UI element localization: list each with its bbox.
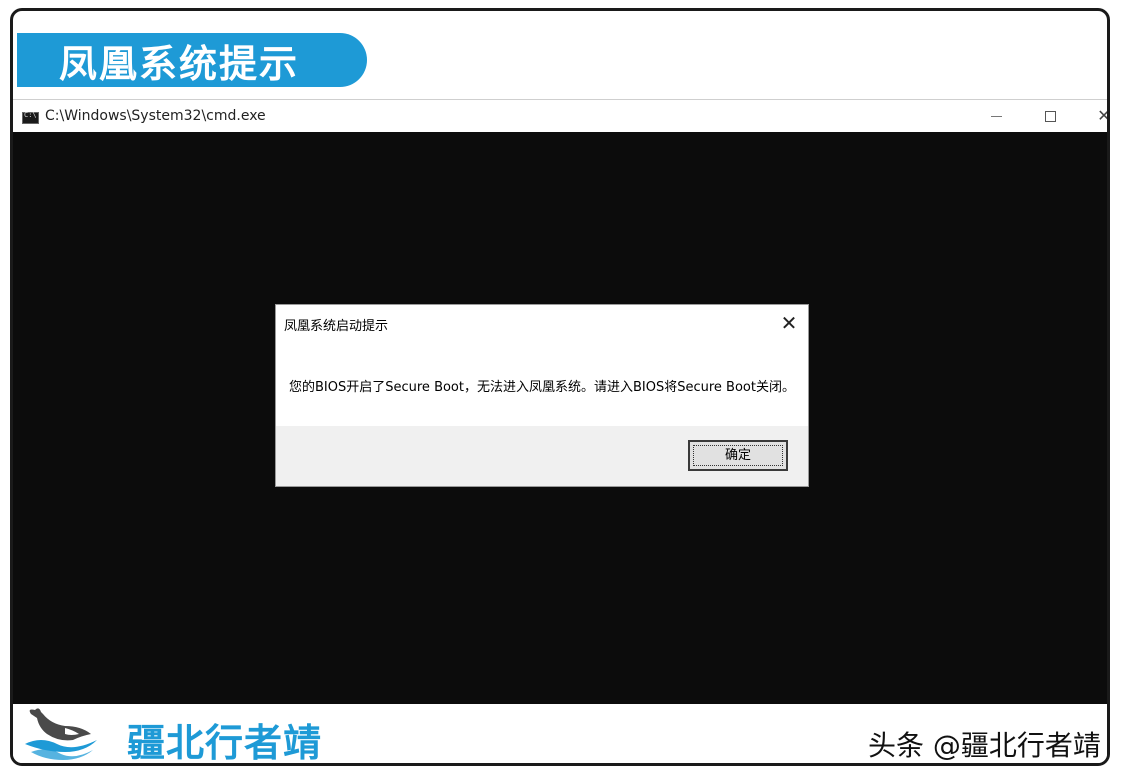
boot-warning-dialog: 凤凰系统启动提示 ✕ 您的BIOS开启了Secure Boot，无法进入凤凰系统… xyxy=(275,304,809,487)
maximize-button[interactable] xyxy=(1027,104,1073,128)
header-banner: 凤凰系统提示 xyxy=(17,33,367,87)
close-window-button[interactable]: ✕ xyxy=(1081,104,1110,128)
cmd-window-title: C:\Windows\System32\cmd.exe xyxy=(45,108,266,124)
brand-name: 疆北行者靖 xyxy=(127,721,323,765)
dialog-title: 凤凰系统启动提示 xyxy=(284,319,389,334)
minimize-button[interactable] xyxy=(973,104,1019,128)
dialog-button-bar: 确定 xyxy=(276,426,808,486)
screenshot-frame: 凤凰系统提示 C:\Windows\System32\cmd.exe ✕ 凤凰系… xyxy=(10,8,1110,766)
cmd-titlebar[interactable]: C:\Windows\System32\cmd.exe ✕ xyxy=(13,99,1110,132)
dialog-message: 您的BIOS开启了Secure Boot，无法进入凤凰系统。请进入BIOS将Se… xyxy=(289,380,795,395)
dialog-close-button[interactable]: ✕ xyxy=(774,309,804,337)
maximize-icon xyxy=(1044,111,1056,122)
whale-wave-logo xyxy=(25,708,97,760)
close-icon: ✕ xyxy=(780,311,798,335)
footer-bar: 疆北行者靖 头条 @疆北行者靖 xyxy=(13,704,1107,765)
console-icon xyxy=(22,111,39,124)
console-area[interactable]: 凤凰系统启动提示 ✕ 您的BIOS开启了Secure Boot，无法进入凤凰系统… xyxy=(13,132,1107,704)
banner-title: 凤凰系统提示 xyxy=(59,41,300,86)
author-credit: 头条 @疆北行者靖 xyxy=(868,729,1101,762)
minimize-icon xyxy=(990,116,1002,117)
close-icon: ✕ xyxy=(1097,106,1110,125)
ok-button[interactable]: 确定 xyxy=(688,440,788,471)
